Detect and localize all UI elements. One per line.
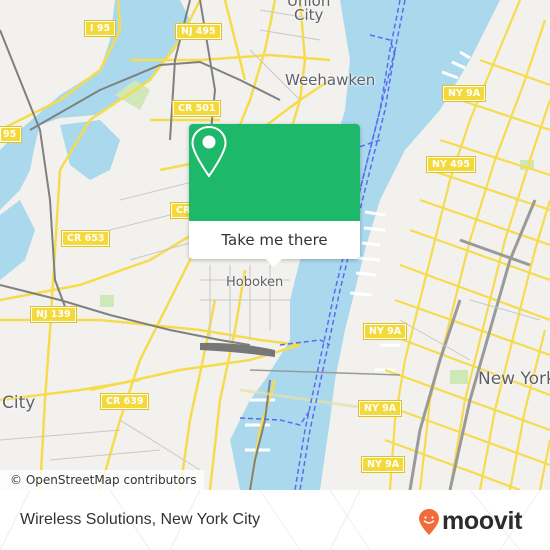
road-shield-ny9a-4: NY 9A (360, 456, 406, 473)
road-shield-ny9a-2: NY 9A (362, 323, 408, 340)
road-shield-nj495: NJ 495 (175, 23, 222, 40)
road-shield-ny9a-3: NY 9A (357, 400, 403, 417)
road-shield-cr639: CR 639 (99, 393, 150, 410)
place-label-union-city: Union City (287, 0, 331, 24)
popup-tail (264, 257, 284, 267)
place-label-new-york: New York (478, 369, 550, 389)
moovit-pin-smile-icon (419, 509, 439, 535)
place-label-jersey-city: City (2, 393, 36, 413)
road-shield-cr501: CR 501 (171, 100, 222, 117)
location-popup: Take me there (189, 124, 360, 267)
road-shield-ny9a-1: NY 9A (441, 85, 487, 102)
road-shield-ny495: NY 495 (426, 156, 476, 173)
road-shield-i95-left: 95 (0, 126, 23, 143)
map-canvas[interactable]: Union City Weehawken Hoboken New York Cit… (0, 0, 550, 490)
moovit-wordmark: moovit (442, 506, 523, 535)
road-shield-cr653: CR 653 (60, 230, 111, 247)
take-me-there-button[interactable]: Take me there (189, 221, 360, 259)
road-shield-i95: I 95 (83, 20, 117, 37)
osm-attribution[interactable]: © OpenStreetMap contributors (0, 470, 205, 490)
map-pin-icon (191, 125, 227, 178)
place-label-weehawken: Weehawken (285, 71, 376, 89)
moovit-logo[interactable]: moovit (418, 506, 523, 536)
road-shield-nj139: NJ 139 (30, 306, 77, 323)
popup-header (189, 124, 360, 221)
location-title: Wireless Solutions, New York City (20, 511, 261, 528)
place-label-hoboken: Hoboken (226, 275, 284, 290)
